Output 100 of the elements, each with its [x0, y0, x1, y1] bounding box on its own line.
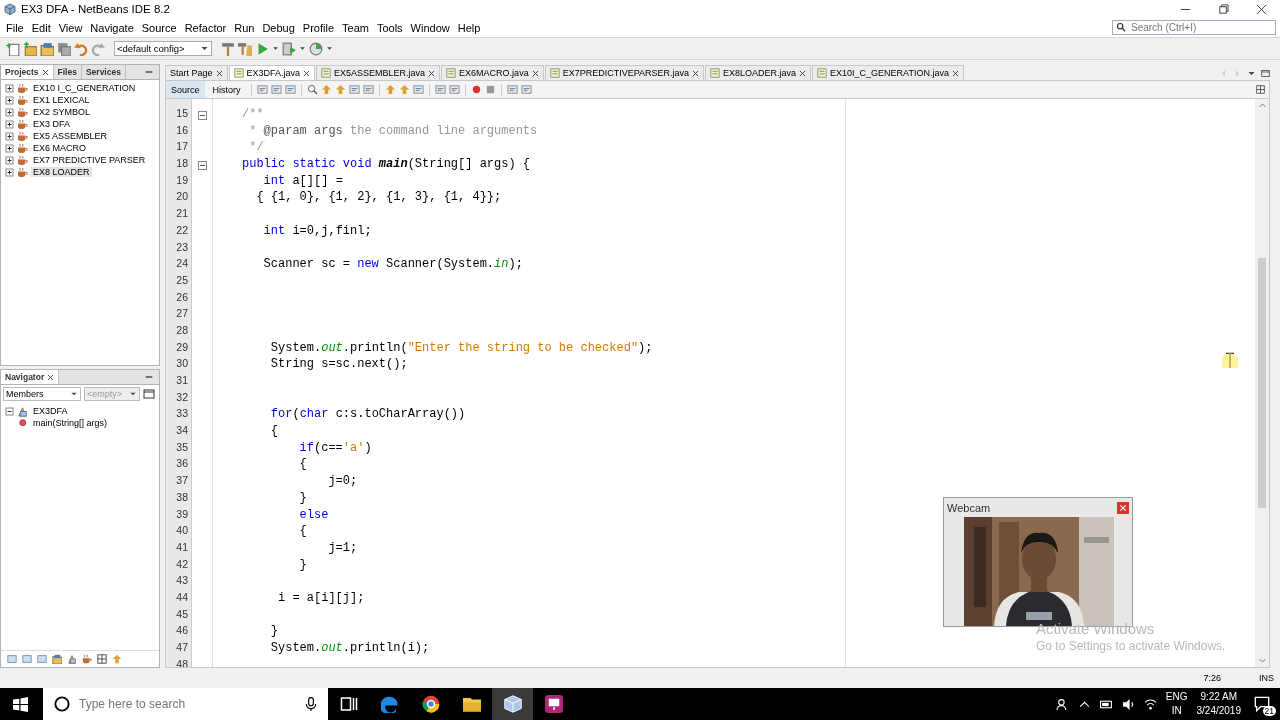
- editor-tab[interactable]: EX3DFA.java: [228, 65, 316, 80]
- grid-icon[interactable]: [97, 654, 107, 664]
- close-icon[interactable]: [41, 68, 49, 76]
- document-icon[interactable]: [434, 84, 446, 95]
- view-tab[interactable]: History: [207, 81, 246, 98]
- config-dropdown[interactable]: <default config>: [114, 41, 212, 56]
- fold-icon[interactable]: [197, 160, 207, 170]
- hammer-icon[interactable]: [221, 41, 235, 56]
- project-item[interactable]: EX8 LOADER: [31, 167, 92, 177]
- clock-time[interactable]: 9:22 AM: [1200, 690, 1238, 704]
- coffee-cup-icon[interactable]: [82, 654, 92, 664]
- find-icon[interactable]: [306, 84, 318, 95]
- project-item[interactable]: EX10 I_C_GENERATION: [31, 83, 138, 93]
- profile-icon[interactable]: [309, 41, 323, 56]
- menu-item[interactable]: Help: [453, 21, 485, 34]
- document-icon[interactable]: [270, 84, 282, 95]
- project-item[interactable]: EX6 MACRO: [31, 143, 88, 153]
- menu-item[interactable]: Tools: [372, 21, 407, 34]
- project-item[interactable]: EX1 LEXICAL: [31, 95, 92, 105]
- search-field[interactable]: Search (Ctrl+I): [1112, 20, 1276, 35]
- close-icon[interactable]: [531, 69, 539, 77]
- task-view-icon[interactable]: [339, 695, 358, 713]
- menu-item[interactable]: File: [2, 21, 28, 34]
- clock-date[interactable]: 3/24/2019: [1196, 704, 1241, 718]
- expand-icon[interactable]: [5, 83, 14, 93]
- menu-item[interactable]: View: [54, 21, 87, 34]
- editor-tab[interactable]: EX5ASSEMBLER.java: [316, 65, 441, 80]
- view-tab[interactable]: Source: [166, 81, 205, 98]
- close-icon[interactable]: [799, 69, 807, 77]
- close-icon[interactable]: [428, 69, 436, 77]
- speaker-icon[interactable]: [1121, 697, 1135, 711]
- cube-icon[interactable]: [503, 695, 522, 713]
- panel-tab[interactable]: Services: [81, 65, 126, 79]
- stop-icon[interactable]: [484, 84, 496, 95]
- maximize-icon[interactable]: [1261, 68, 1270, 78]
- split-icon[interactable]: [1256, 85, 1265, 94]
- menu-item[interactable]: Edit: [27, 21, 55, 34]
- menu-item[interactable]: Refactor: [180, 21, 231, 34]
- editor-tab[interactable]: EX7PREDICTIVEPARSER.java: [544, 65, 704, 80]
- close-icon[interactable]: [951, 69, 959, 77]
- document-icon[interactable]: [348, 84, 360, 95]
- debug-icon[interactable]: [282, 41, 296, 56]
- project-item[interactable]: EX7 PREDICTIVE PARSER: [31, 155, 148, 165]
- expand-icon[interactable]: [5, 107, 14, 117]
- menu-item[interactable]: Debug: [258, 21, 299, 34]
- taskbar-search-field[interactable]: Type here to search: [43, 688, 328, 720]
- editor-tab[interactable]: EX10I_C_GENERATION.java: [812, 65, 964, 80]
- fold-icon[interactable]: [197, 110, 207, 120]
- people-icon[interactable]: [1055, 697, 1069, 711]
- open-project-icon[interactable]: [40, 41, 54, 56]
- region-code[interactable]: IN: [1171, 704, 1182, 718]
- menu-item[interactable]: Source: [137, 21, 181, 34]
- navigator-item[interactable]: EX3DFA: [31, 406, 70, 416]
- menu-item[interactable]: Window: [406, 21, 454, 34]
- document-icon[interactable]: [284, 84, 296, 95]
- clean-build-icon[interactable]: [238, 41, 252, 56]
- menu-item[interactable]: Team: [338, 21, 373, 34]
- panel-tab[interactable]: Navigator: [1, 370, 60, 384]
- microphone-icon[interactable]: [304, 697, 318, 711]
- window-icon[interactable]: [143, 388, 155, 400]
- record-icon[interactable]: [470, 84, 482, 95]
- presentation-icon[interactable]: [544, 695, 563, 713]
- document-icon[interactable]: [448, 84, 460, 95]
- project-item[interactable]: EX2 SYMBOL: [31, 107, 93, 117]
- folder-icon[interactable]: [462, 695, 481, 713]
- new-file-icon[interactable]: [6, 41, 20, 56]
- editor-tab[interactable]: EX8LOADER.java: [705, 65, 812, 80]
- editor-tab[interactable]: Start Page: [165, 65, 228, 80]
- project-item[interactable]: EX3 DFA: [31, 119, 72, 129]
- document-icon[interactable]: [256, 84, 268, 95]
- caret-icon[interactable]: [272, 45, 279, 52]
- collapse-icon[interactable]: [5, 406, 14, 416]
- menu-item[interactable]: Profile: [298, 21, 338, 34]
- expand-icon[interactable]: [5, 95, 14, 105]
- document-icon[interactable]: [412, 84, 424, 95]
- project-item[interactable]: EX5 ASSEMBLER: [31, 131, 110, 141]
- panel-tab[interactable]: Projects: [1, 65, 54, 79]
- new-project-icon[interactable]: [23, 41, 37, 56]
- arrow-up-icon[interactable]: [112, 654, 122, 664]
- document-icon[interactable]: [362, 84, 374, 95]
- undo-icon[interactable]: [74, 41, 88, 56]
- filter-dropdown[interactable]: Members: [3, 387, 81, 401]
- browser-icon[interactable]: [421, 695, 440, 713]
- close-icon[interactable]: [303, 69, 311, 77]
- expand-icon[interactable]: [5, 167, 14, 177]
- close-button[interactable]: [1117, 501, 1129, 514]
- wifi-icon[interactable]: [1143, 697, 1157, 711]
- expand-icon[interactable]: [5, 131, 14, 141]
- caret-icon[interactable]: [326, 45, 333, 52]
- caret-icon[interactable]: [299, 45, 306, 52]
- editor-tab[interactable]: EX6MACRO.java: [441, 65, 544, 80]
- expand-icon[interactable]: [5, 143, 14, 153]
- expand-icon[interactable]: [5, 119, 14, 129]
- expand-icon[interactable]: [5, 155, 14, 165]
- save-all-icon[interactable]: [57, 41, 71, 56]
- panel-tab[interactable]: Files: [53, 65, 82, 79]
- close-icon[interactable]: [47, 373, 55, 381]
- scrollbar-thumb[interactable]: [1258, 258, 1266, 508]
- menu-item[interactable]: Run: [230, 21, 259, 34]
- document-icon[interactable]: [520, 84, 532, 95]
